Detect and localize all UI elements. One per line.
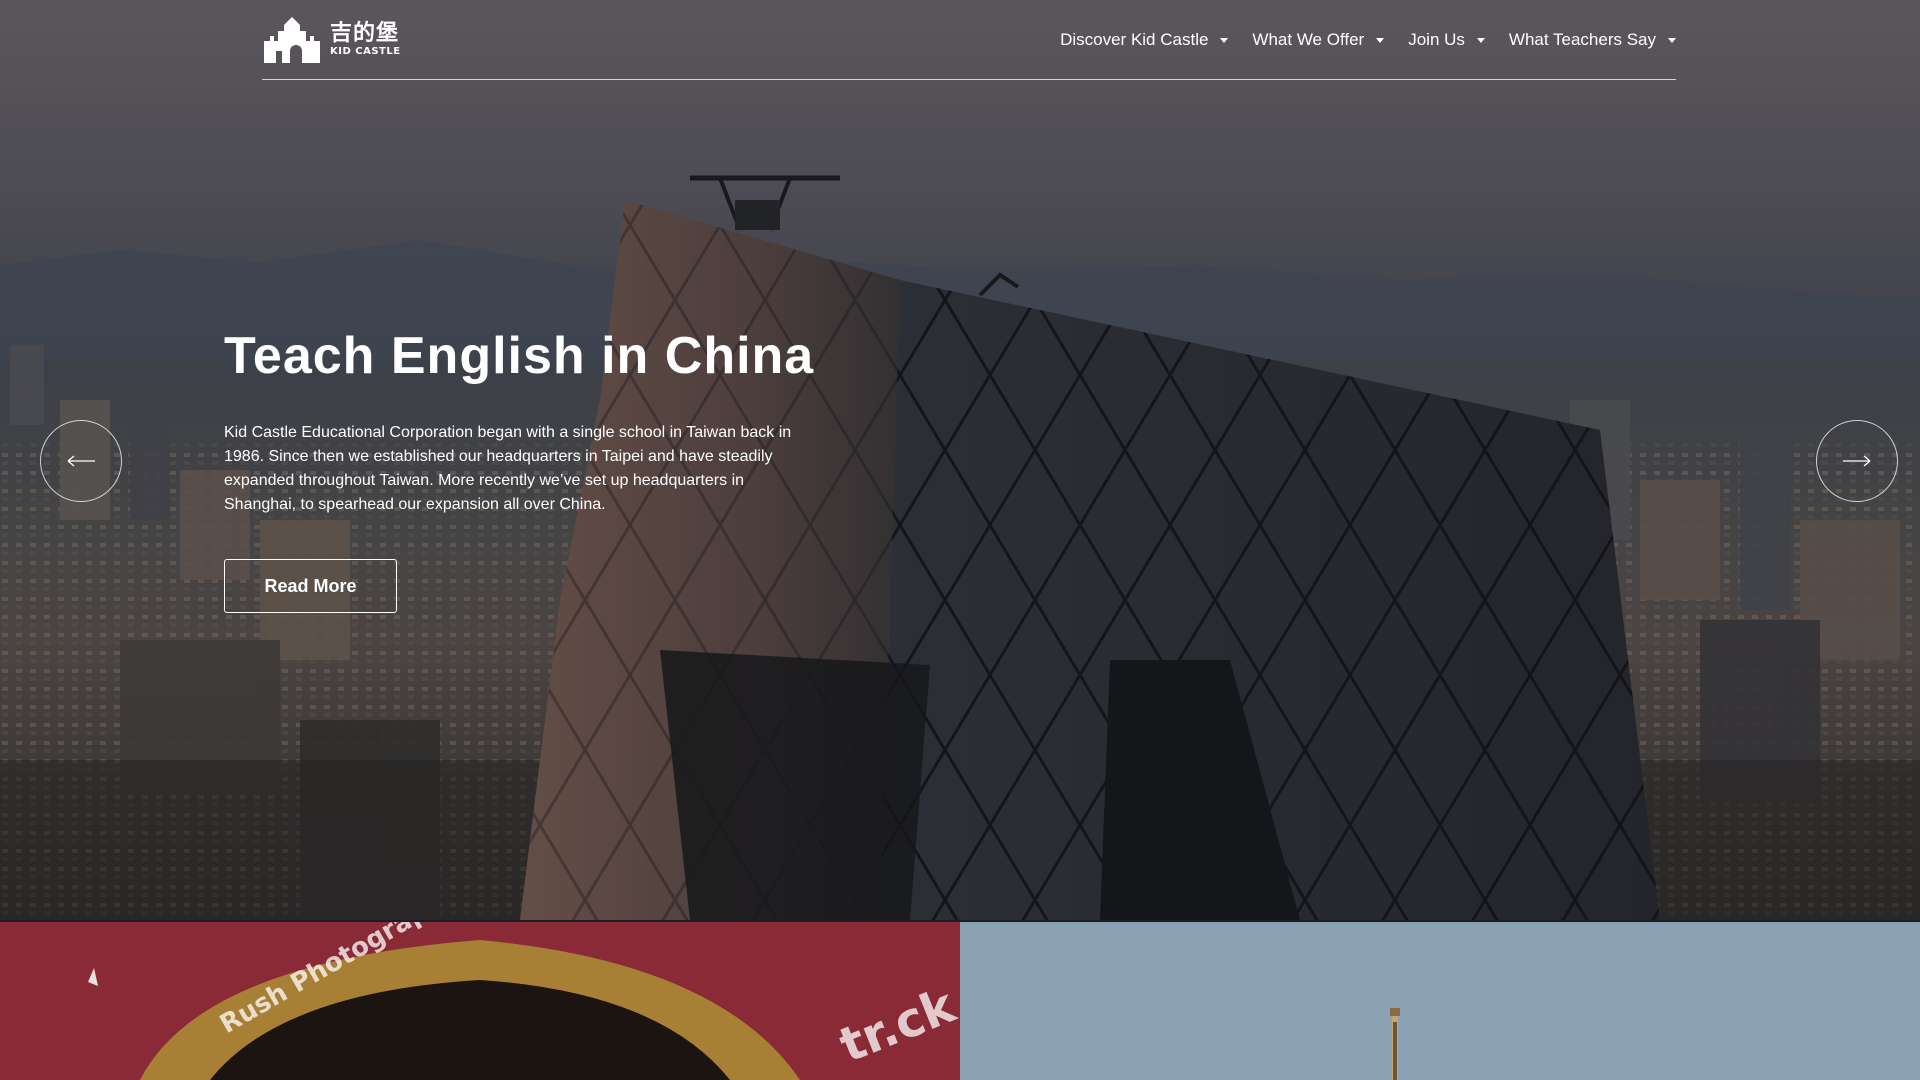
logo-english-text: KID CASTLE: [330, 45, 401, 57]
castle-icon: [264, 16, 320, 63]
slide-title: Teach English in China: [224, 327, 815, 385]
nav-item-label: Discover Kid Castle: [1060, 29, 1209, 49]
card-left-image: [0, 922, 960, 1080]
logo-chinese-text: 吉的堡: [330, 20, 400, 46]
arrow-right-icon: [1843, 455, 1871, 467]
nav-item-label: What We Offer: [1252, 29, 1365, 49]
card-right-image: [960, 922, 1920, 1080]
site-header: 吉的堡 KID CASTLE Discover Kid Castle What …: [262, 0, 1676, 80]
nav-item-join-us[interactable]: Join Us: [1384, 0, 1485, 80]
nav-item-label: Join Us: [1408, 29, 1465, 49]
nav-item-what-teachers-say[interactable]: What Teachers Say: [1485, 0, 1676, 80]
caret-down-icon: [1668, 38, 1676, 43]
slider-next-button[interactable]: [1816, 420, 1898, 502]
hero-slider: 吉的堡 KID CASTLE Discover Kid Castle What …: [0, 0, 1920, 920]
kid-castle-logo[interactable]: 吉的堡 KID CASTLE: [262, 10, 401, 70]
arrow-left-icon: [67, 455, 95, 467]
feature-card-left[interactable]: Rush Photograph tr.ck: [0, 922, 960, 1080]
slider-prev-button[interactable]: [40, 420, 122, 502]
read-more-button[interactable]: Read More: [224, 559, 397, 613]
caret-down-icon: [1476, 38, 1485, 43]
logo-wordmark: 吉的堡 KID CASTLE: [330, 20, 401, 57]
nav-item-what-we-offer[interactable]: What We Offer: [1228, 0, 1385, 80]
slide-description: Kid Castle Educational Corporation began…: [224, 424, 792, 513]
feature-card-right[interactable]: [960, 922, 1920, 1080]
nav-item-label: What Teachers Say: [1508, 29, 1656, 49]
caret-down-icon: [1220, 38, 1229, 43]
caret-down-icon: [1376, 38, 1385, 43]
slide-content: Teach English in China Kid Castle Educat…: [224, 322, 824, 613]
nav-item-discover-kid-castle[interactable]: Discover Kid Castle: [1036, 0, 1229, 80]
main-nav: Discover Kid Castle What We Offer Join U…: [1036, 0, 1676, 80]
